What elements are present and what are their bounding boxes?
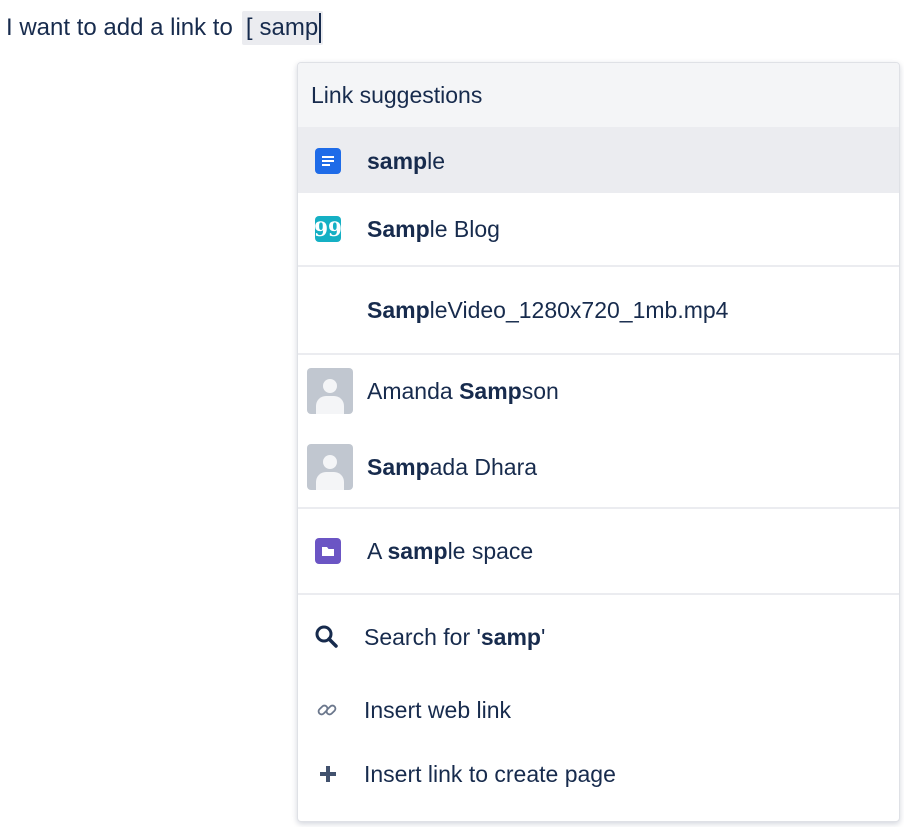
search-for-query[interactable]: Search for 'samp' bbox=[298, 595, 899, 679]
editor-text: I want to add a link to bbox=[6, 14, 233, 41]
match-highlight: samp bbox=[387, 537, 448, 564]
label-text: Insert link to create page bbox=[364, 760, 616, 787]
suggestion-label: Amanda Sampson bbox=[367, 378, 559, 405]
label-text: le Blog bbox=[429, 215, 500, 242]
suggestion-user-amanda-sampson[interactable]: Amanda Sampson bbox=[298, 355, 899, 427]
label-text: le bbox=[427, 147, 445, 174]
match-highlight: Samp bbox=[367, 215, 430, 242]
suggestion-label: sample bbox=[367, 148, 445, 175]
label-text: A bbox=[367, 537, 388, 564]
label-text: son bbox=[521, 377, 559, 404]
link-query-text: samp bbox=[259, 14, 319, 41]
label-text: le space bbox=[447, 537, 534, 564]
label-text: leVideo_1280x720_1mb.mp4 bbox=[429, 296, 729, 323]
suggestion-page-sample[interactable]: sample bbox=[298, 129, 899, 193]
suggestion-blog-sample-blog[interactable]: 99 Sample Blog bbox=[298, 193, 899, 265]
user-avatar-icon bbox=[307, 444, 353, 490]
search-icon bbox=[313, 623, 341, 651]
insert-web-link[interactable]: Insert web link bbox=[298, 679, 899, 741]
page-icon bbox=[315, 148, 341, 174]
link-trigger-bracket: [ bbox=[245, 14, 253, 41]
suggestion-label: Insert link to create page bbox=[364, 761, 616, 788]
editor-line[interactable]: I want to add a link to [ samp bbox=[6, 10, 324, 46]
suggestion-label: Sampada Dhara bbox=[367, 454, 537, 481]
label-text: Search for ' bbox=[364, 623, 481, 650]
space-icon bbox=[315, 538, 341, 564]
label-text: Insert web link bbox=[364, 696, 512, 723]
label-text: Amanda bbox=[367, 377, 460, 404]
suggestion-label: Sample Blog bbox=[367, 216, 500, 243]
suggestion-label: A sample space bbox=[367, 538, 533, 565]
user-avatar-icon bbox=[307, 368, 353, 414]
suggestion-label: Insert web link bbox=[364, 697, 511, 724]
insert-link-to-create-page[interactable]: Insert link to create page bbox=[298, 741, 899, 807]
suggestion-label: SampleVideo_1280x720_1mb.mp4 bbox=[367, 297, 728, 324]
text-cursor bbox=[319, 13, 322, 43]
label-text: ada Dhara bbox=[429, 453, 538, 480]
suggestion-user-sampada-dhara[interactable]: Sampada Dhara bbox=[298, 427, 899, 507]
plus-icon bbox=[317, 763, 339, 785]
label-text: ' bbox=[540, 623, 546, 650]
match-highlight: samp bbox=[367, 147, 428, 174]
match-highlight: samp bbox=[480, 623, 541, 650]
suggestion-label: Search for 'samp' bbox=[364, 624, 545, 651]
link-query-input[interactable]: [ samp bbox=[241, 11, 324, 45]
match-highlight: Samp bbox=[367, 296, 430, 323]
match-highlight: Samp bbox=[459, 377, 522, 404]
blog-post-icon: 99 bbox=[314, 216, 342, 242]
dropdown-header: Link suggestions bbox=[298, 63, 899, 129]
suggestion-attachment-video[interactable]: SampleVideo_1280x720_1mb.mp4 bbox=[298, 267, 899, 353]
match-highlight: Samp bbox=[367, 453, 430, 480]
link-icon bbox=[315, 698, 339, 722]
link-suggestions-dropdown: Link suggestions sample 99 Sample Blog S… bbox=[297, 62, 900, 822]
suggestion-space-sample[interactable]: A sample space bbox=[298, 509, 899, 593]
